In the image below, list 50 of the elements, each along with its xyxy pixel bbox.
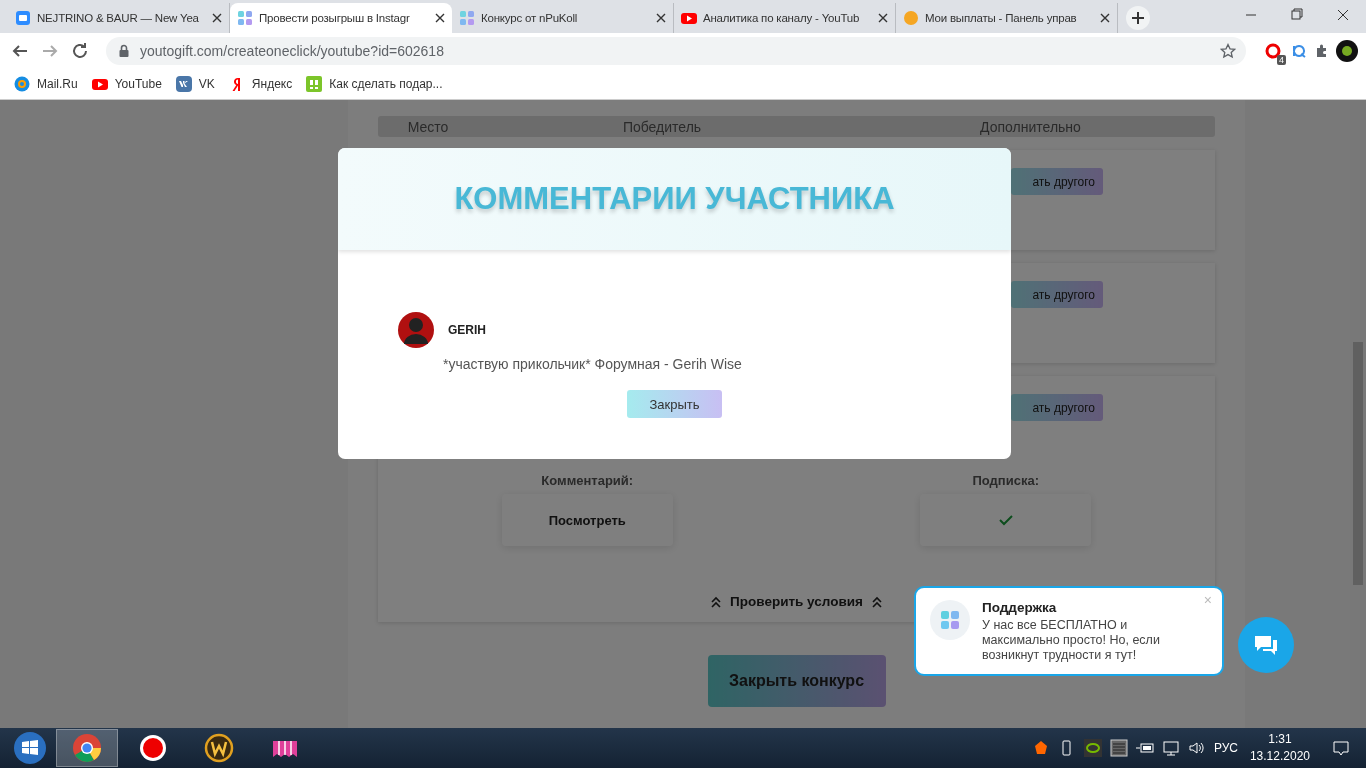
at-sign-icon	[14, 75, 30, 92]
bookmark-link[interactable]: Mail.Ru	[14, 75, 78, 92]
address-bar[interactable]: youtogift.com/createoneclick/youtube?id=602618	[106, 36, 1246, 65]
opera-extension[interactable]: 4	[1260, 38, 1286, 63]
scrollbar-thumb[interactable]	[1353, 342, 1363, 585]
record-icon[interactable]	[138, 733, 168, 763]
user-name: GERIH	[448, 323, 486, 337]
avatar	[398, 312, 434, 348]
support-message: У нас все БЕСПЛАТНО и максимально просто! Но, если возникнут трудности я тут!	[982, 618, 1161, 663]
subscription-label: Подписка:	[972, 473, 1039, 488]
network-icon[interactable]	[1161, 739, 1180, 757]
bookmark-link[interactable]: Яндекс	[228, 75, 293, 92]
speaker-icon[interactable]	[1187, 739, 1206, 757]
chat-icon	[15, 10, 31, 26]
support-title: Поддержка	[982, 600, 1058, 615]
comment-text: *участвую прикольчик* Форумная - Gerih Wise	[443, 356, 743, 372]
column-header: Победитель	[621, 118, 703, 135]
bookmark-link[interactable]: Как сделать подар...	[306, 75, 443, 92]
star-icon[interactable]	[1220, 42, 1236, 59]
profile-avatar[interactable]	[1336, 39, 1358, 62]
vk-icon	[175, 75, 192, 92]
view-button[interactable]: Посмотреть	[501, 494, 673, 546]
bookmark-link[interactable]: YouTube	[91, 75, 162, 92]
ring-icon	[1265, 42, 1281, 59]
clock-date: 13.12.2020	[1249, 748, 1310, 765]
browser-tab[interactable]: Провести розыгрыш в Instagr	[230, 3, 452, 33]
coin-icon	[903, 10, 919, 26]
chevrons-up-icon	[710, 595, 723, 608]
plus-icon[interactable]	[1126, 6, 1150, 30]
dialog-title: КОММЕНТАРИИ УЧАСТНИКА	[454, 181, 895, 217]
chrome-icon[interactable]	[72, 733, 102, 763]
close-icon[interactable]	[878, 13, 888, 23]
clock[interactable]: 1:31 13.12.2020	[1249, 731, 1310, 765]
extension-badge: 4	[1277, 54, 1286, 65]
notification-icon[interactable]	[1332, 739, 1350, 757]
close-icon[interactable]	[435, 13, 445, 23]
close-icon[interactable]	[1100, 13, 1110, 23]
comment-label: Комментарий:	[541, 473, 634, 488]
close-button[interactable]: Закрыть	[627, 390, 722, 418]
clock-time: 1:31	[1268, 731, 1292, 748]
language-indicator[interactable]: РУС	[1213, 741, 1238, 755]
close-icon[interactable]	[212, 13, 222, 23]
column-header: Место	[406, 118, 450, 135]
column-header: Дополнительно	[979, 118, 1082, 135]
play-icon	[681, 10, 697, 26]
check-conditions-link[interactable]: Проверить условия	[730, 594, 863, 609]
chat-button[interactable]	[1238, 617, 1294, 673]
chevrons-up-icon	[870, 595, 883, 608]
close-icon[interactable]	[656, 13, 666, 23]
bookmark-link[interactable]: VK	[175, 75, 215, 92]
